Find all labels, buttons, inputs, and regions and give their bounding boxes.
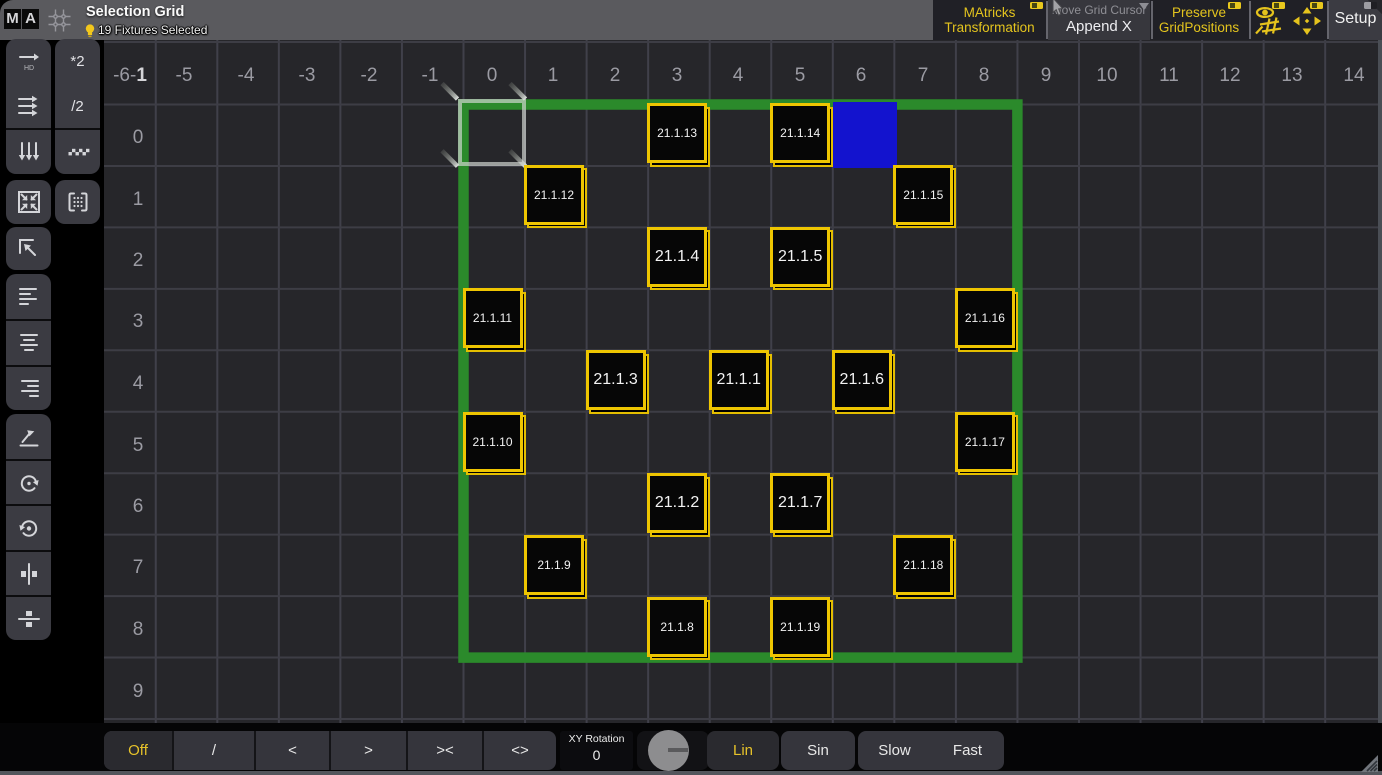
svg-text:HD: HD: [23, 65, 33, 72]
